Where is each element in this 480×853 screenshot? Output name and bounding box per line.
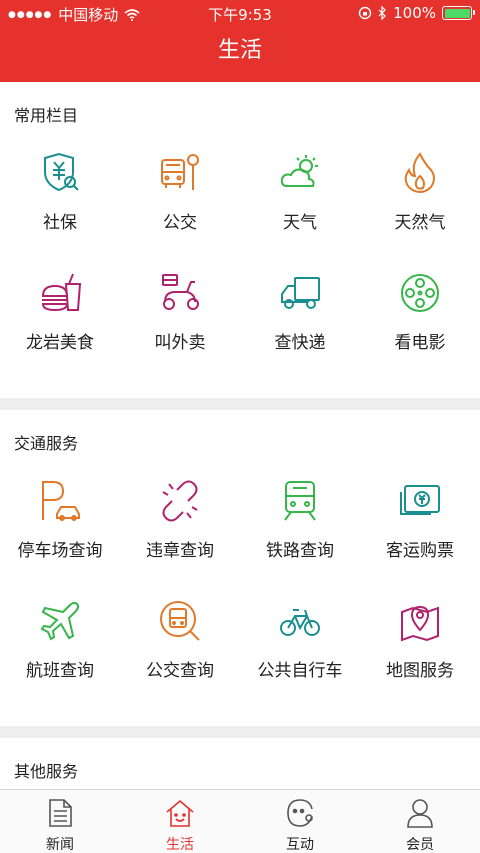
section-transport: 交通服务 停车场查询 违章查询 铁路查询 客运购票 航班查询 公交查询 公共自行… (0, 410, 480, 726)
grid-item-violation[interactable]: 违章查询 (120, 480, 240, 570)
section-other: 其他服务 (0, 738, 480, 790)
grid-item-public-bike[interactable]: 公共自行车 (240, 600, 360, 690)
grid-item-label: 龙岩美食 (26, 333, 94, 353)
grid-item-movie[interactable]: 看电影 (360, 272, 480, 362)
rotation-lock-icon (358, 6, 372, 20)
grid-item-label: 客运购票 (386, 541, 454, 561)
grid-item-railway[interactable]: 铁路查询 (240, 480, 360, 570)
tab-interact[interactable]: 互动 (240, 790, 360, 853)
bus-search-icon (160, 601, 200, 641)
status-bar: ●●●●● 中国移动 下午9:53 100% (0, 0, 480, 26)
section-title: 常用栏目 (14, 106, 79, 125)
scooter-icon (162, 274, 199, 310)
grid-item-flight[interactable]: 航班查询 (0, 600, 120, 690)
battery-percent: 100% (393, 4, 436, 22)
section-title: 其他服务 (14, 762, 79, 781)
grid-item-express[interactable]: 查快递 (240, 272, 360, 362)
parking-icon (42, 481, 80, 521)
tab-life[interactable]: 生活 (120, 790, 240, 853)
grid-item-gas[interactable]: 天然气 (360, 152, 480, 242)
grid-item-label: 天气 (283, 213, 317, 233)
grid-item-label: 违章查询 (146, 541, 214, 561)
bicycle-icon (280, 609, 320, 636)
grid-item-label: 铁路查询 (266, 541, 334, 561)
grid-item-label: 地图服务 (386, 661, 454, 681)
battery-icon (442, 6, 475, 20)
food-icon (41, 273, 81, 312)
grid-item-label: 公交 (163, 213, 197, 233)
grid-item-label: 航班查询 (26, 661, 94, 681)
interact-icon (287, 799, 313, 827)
airplane-icon (40, 601, 80, 641)
grid-item-label: 停车场查询 (17, 541, 103, 561)
grid-item-bus-query[interactable]: 公交查询 (120, 600, 240, 690)
tab-news[interactable]: 新闻 (0, 790, 120, 853)
home-smile-icon (166, 799, 194, 827)
grid-item-bus[interactable]: 公交 (120, 152, 240, 242)
grid-item-food[interactable]: 龙岩美食 (0, 272, 120, 362)
truck-icon (281, 277, 320, 309)
tab-label: 新闻 (46, 837, 74, 853)
bluetooth-icon (378, 6, 386, 20)
grid-item-takeout[interactable]: 叫外卖 (120, 272, 240, 362)
section-title: 交通服务 (14, 434, 79, 453)
map-icon (401, 605, 439, 642)
grid-item-label: 公交查询 (146, 661, 214, 681)
weather-icon (280, 155, 318, 187)
grid-item-label: 社保 (43, 213, 77, 233)
tab-bar: 新闻 生活 互动 会员 (0, 789, 480, 853)
grid-item-map[interactable]: 地图服务 (360, 600, 480, 690)
news-icon (49, 799, 72, 827)
grid-item-social-security[interactable]: 社保 (0, 152, 120, 242)
tab-label: 互动 (286, 837, 314, 853)
grid-item-label: 公共自行车 (257, 661, 343, 681)
train-icon (284, 481, 316, 521)
tab-member[interactable]: 会员 (360, 790, 480, 853)
grid-item-label: 天然气 (394, 213, 446, 233)
grid-item-parking[interactable]: 停车场查询 (0, 480, 120, 570)
bus-stop-icon (161, 154, 199, 190)
page-title: 生活 (217, 38, 262, 63)
shield-yuan-icon (44, 152, 79, 192)
film-reel-icon (401, 274, 439, 312)
tab-label: 生活 (166, 837, 194, 853)
grid-item-label: 叫外卖 (154, 333, 206, 353)
flame-icon (404, 152, 435, 194)
grid-item-label: 查快递 (274, 333, 326, 353)
member-icon (407, 799, 433, 828)
grid-item-coach-ticket[interactable]: 客运购票 (360, 480, 480, 570)
header: ●●●●● 中国移动 下午9:53 100% 生活 (0, 0, 480, 82)
broken-link-icon (162, 480, 198, 522)
tab-label: 会员 (406, 837, 434, 853)
ticket-icon (400, 485, 440, 515)
grid-item-weather[interactable]: 天气 (240, 152, 360, 242)
grid-item-label: 看电影 (394, 333, 446, 353)
section-common: 常用栏目 社保 公交 天气 天然气 龙岩美食 叫外卖 查快递 看电影 (0, 82, 480, 398)
